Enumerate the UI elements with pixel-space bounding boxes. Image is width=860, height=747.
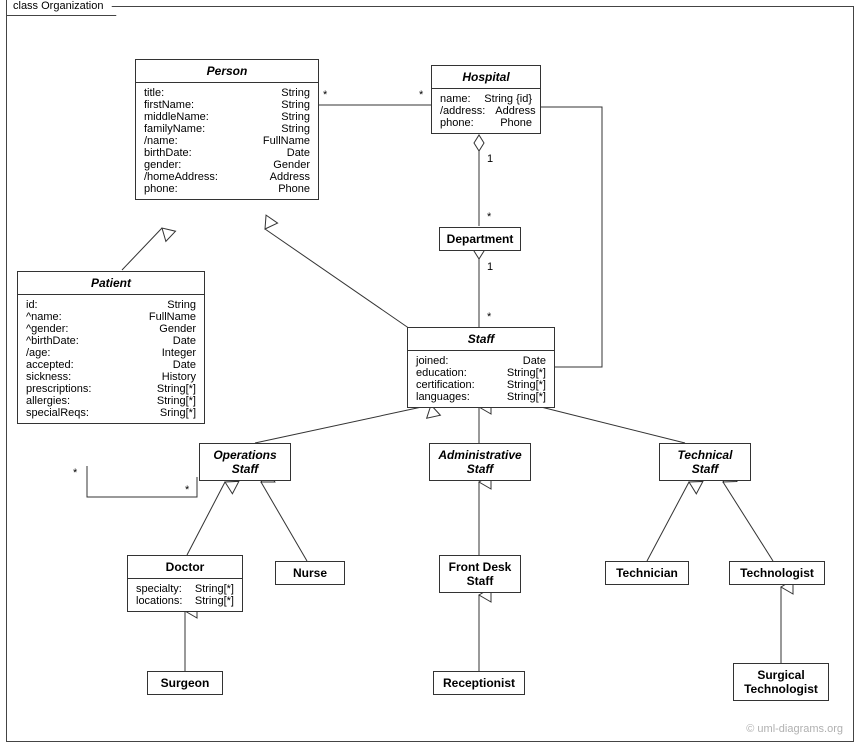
attr-row: /age:Integer (26, 347, 196, 359)
attr-row: birthDate:Date (144, 147, 310, 159)
mult-patient-ops-b: * (185, 484, 189, 496)
class-operations-staff-name: OperationsStaff (200, 444, 290, 480)
class-surgical-technologist-name: SurgicalTechnologist (734, 664, 828, 700)
attr-row: /address:Address (440, 105, 532, 117)
mult-dept-staff-star: * (487, 311, 491, 323)
mult-hospital-dept-one: 1 (487, 153, 493, 165)
mult-patient-ops-t: * (73, 467, 77, 479)
class-department-name: Department (440, 228, 520, 250)
attr-row: phone:Phone (440, 117, 532, 129)
class-hospital: Hospital name:String {id}/address:Addres… (431, 65, 541, 134)
class-person-name: Person (136, 60, 318, 82)
class-surgeon-name: Surgeon (148, 672, 222, 694)
attr-row: title:String (144, 87, 310, 99)
attr-row: joined:Date (416, 355, 546, 367)
attr-row: allergies:String[*] (26, 395, 196, 407)
class-patient: Patient id:String^name:FullName^gender:G… (17, 271, 205, 424)
attr-row: ^name:FullName (26, 311, 196, 323)
mult-dept-staff-one: 1 (487, 261, 493, 273)
class-staff: Staff joined:Dateeducation:String[*]cert… (407, 327, 555, 408)
attr-row: specialty:String[*] (136, 583, 234, 595)
class-receptionist-name: Receptionist (434, 672, 524, 694)
attr-row: middleName:String (144, 111, 310, 123)
class-technician: Technician (605, 561, 689, 585)
class-technical-staff: TechnicalStaff (659, 443, 751, 481)
attr-row: id:String (26, 299, 196, 311)
attr-row: ^birthDate:Date (26, 335, 196, 347)
class-nurse: Nurse (275, 561, 345, 585)
class-receptionist: Receptionist (433, 671, 525, 695)
class-technician-name: Technician (606, 562, 688, 584)
class-hospital-name: Hospital (432, 66, 540, 88)
class-surgeon: Surgeon (147, 671, 223, 695)
attr-row: accepted:Date (26, 359, 196, 371)
frame-title: class Organization (6, 0, 117, 16)
class-person-attrs: title:StringfirstName:StringmiddleName:S… (136, 83, 318, 199)
package-frame: class Organization (6, 6, 854, 742)
class-doctor-name: Doctor (128, 556, 242, 578)
class-operations-staff: OperationsStaff (199, 443, 291, 481)
mult-person-hospital-r: * (419, 89, 423, 101)
class-front-desk-staff-name: Front DeskStaff (440, 556, 520, 592)
attr-row: /homeAddress:Address (144, 171, 310, 183)
attr-row: familyName:String (144, 123, 310, 135)
attr-row: languages:String[*] (416, 391, 546, 403)
class-technologist: Technologist (729, 561, 825, 585)
class-doctor: Doctor specialty:String[*]locations:Stri… (127, 555, 243, 612)
attr-row: name:String {id} (440, 93, 532, 105)
attr-row: phone:Phone (144, 183, 310, 195)
canvas: class Organization (0, 0, 860, 747)
class-patient-name: Patient (18, 272, 204, 294)
class-front-desk-staff: Front DeskStaff (439, 555, 521, 593)
class-nurse-name: Nurse (276, 562, 344, 584)
copyright: © uml-diagrams.org (746, 723, 843, 735)
class-staff-attrs: joined:Dateeducation:String[*]certificat… (408, 351, 554, 407)
class-technologist-name: Technologist (730, 562, 824, 584)
class-hospital-attrs: name:String {id}/address:Addressphone:Ph… (432, 89, 540, 133)
class-staff-name: Staff (408, 328, 554, 350)
class-surgical-technologist: SurgicalTechnologist (733, 663, 829, 701)
class-doctor-attrs: specialty:String[*]locations:String[*] (128, 579, 242, 611)
mult-hospital-dept-star: * (487, 211, 491, 223)
mult-person-hospital-l: * (323, 89, 327, 101)
class-administrative-staff: AdministrativeStaff (429, 443, 531, 481)
class-department: Department (439, 227, 521, 251)
attr-row: certification:String[*] (416, 379, 546, 391)
attr-row: locations:String[*] (136, 595, 234, 607)
attr-row: gender:Gender (144, 159, 310, 171)
attr-row: education:String[*] (416, 367, 546, 379)
attr-row: prescriptions:String[*] (26, 383, 196, 395)
class-patient-attrs: id:String^name:FullName^gender:Gender^bi… (18, 295, 204, 423)
attr-row: ^gender:Gender (26, 323, 196, 335)
attr-row: /name:FullName (144, 135, 310, 147)
class-technical-staff-name: TechnicalStaff (660, 444, 750, 480)
class-administrative-staff-name: AdministrativeStaff (430, 444, 530, 480)
attr-row: firstName:String (144, 99, 310, 111)
attr-row: specialReqs:Sring[*] (26, 407, 196, 419)
class-person: Person title:StringfirstName:Stringmiddl… (135, 59, 319, 200)
attr-row: sickness:History (26, 371, 196, 383)
